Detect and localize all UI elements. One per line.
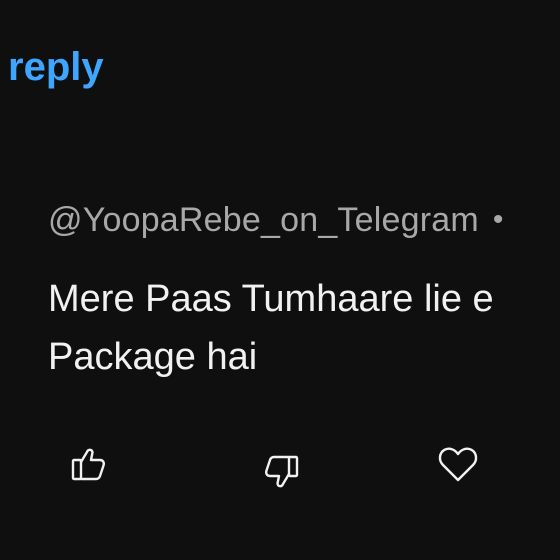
comment-text-line-1: Mere Paas Tumhaare lie e xyxy=(48,278,494,320)
comment: @YoopaRebe_on_Telegram • Mere Paas Tumha… xyxy=(48,196,560,386)
comment-author[interactable]: @YoopaRebe_on_Telegram xyxy=(48,196,479,244)
reply-link[interactable]: reply xyxy=(8,40,104,94)
heart-icon xyxy=(435,441,481,487)
comment-text: Mere Paas Tumhaare lie e Package hai xyxy=(48,270,560,386)
thumbs-up-icon xyxy=(67,443,109,485)
thumbs-down-icon xyxy=(261,443,303,488)
heart-button[interactable] xyxy=(434,434,482,494)
comment-text-line-2: Package hai xyxy=(48,336,258,378)
comment-actions xyxy=(0,434,560,494)
like-button[interactable] xyxy=(64,434,112,494)
dislike-button[interactable] xyxy=(258,434,306,494)
comment-meta: @YoopaRebe_on_Telegram • xyxy=(48,196,560,244)
meta-separator: • xyxy=(492,203,504,236)
